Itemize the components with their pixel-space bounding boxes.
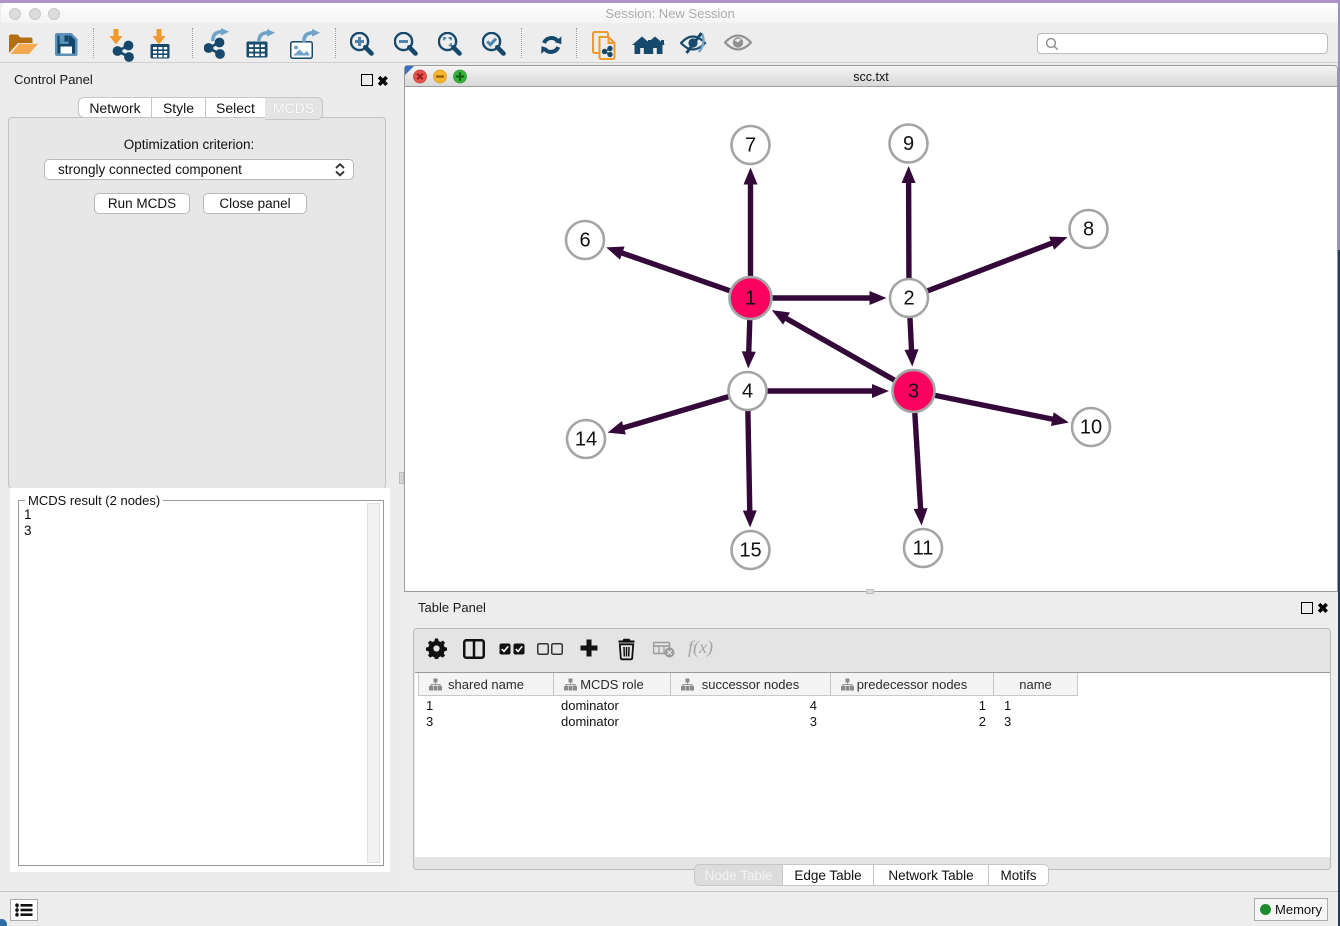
svg-text:4: 4: [742, 381, 753, 403]
svg-text:15: 15: [739, 540, 761, 562]
svg-text:3: 3: [908, 381, 919, 403]
svg-text:14: 14: [575, 429, 597, 451]
svg-text:7: 7: [745, 135, 756, 157]
svg-text:10: 10: [1080, 417, 1102, 439]
svg-text:11: 11: [913, 538, 934, 560]
svg-text:8: 8: [1083, 219, 1094, 241]
svg-text:6: 6: [579, 230, 590, 252]
svg-text:1: 1: [745, 288, 756, 310]
svg-text:2: 2: [903, 288, 914, 310]
svg-text:9: 9: [903, 133, 914, 155]
